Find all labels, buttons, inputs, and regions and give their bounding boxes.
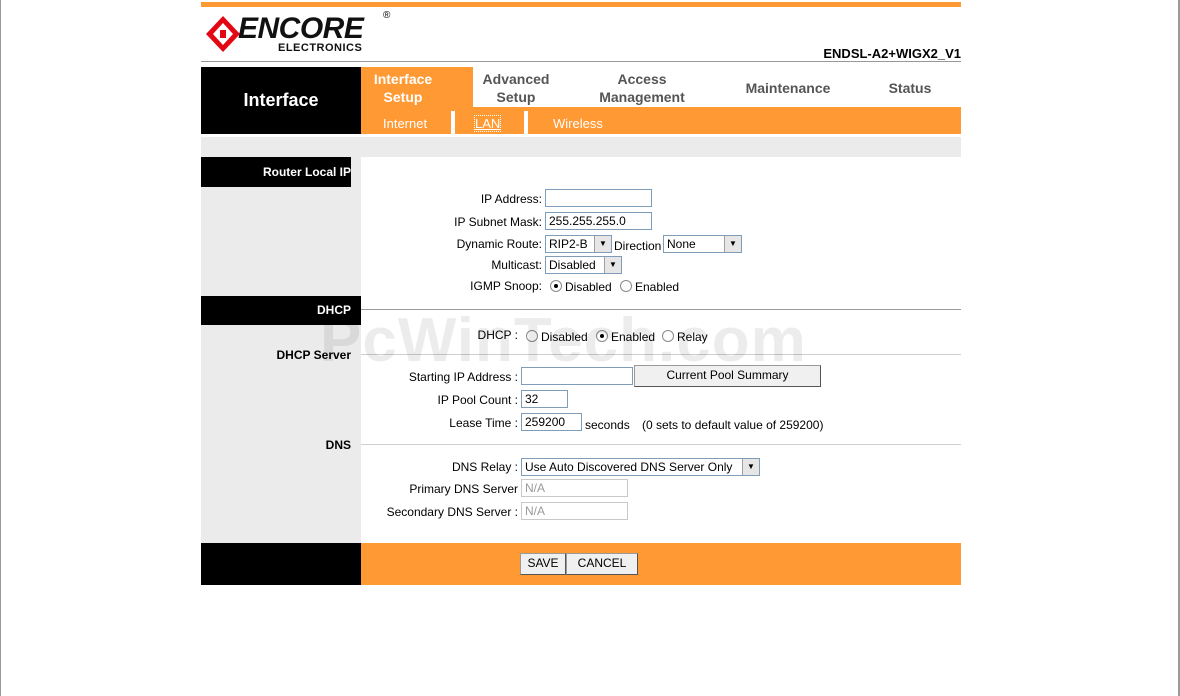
nav-label-line2: Management xyxy=(599,89,685,105)
igmp-disabled-label: Disabled xyxy=(565,280,612,294)
footer-left-block xyxy=(201,543,361,585)
spacer-bar xyxy=(201,137,961,157)
dynamic-route-value: RIP2-B xyxy=(549,237,588,251)
lease-time-input[interactable]: 259200 xyxy=(521,413,582,431)
igmp-enabled-radio[interactable] xyxy=(620,280,632,292)
subtab-separator xyxy=(524,111,528,134)
dns-relay-label: DNS Relay : xyxy=(451,460,518,474)
lease-note: (0 sets to default value of 259200) xyxy=(642,418,824,432)
nav-label-line2: Setup xyxy=(383,89,423,105)
subnet-mask-input[interactable]: 255.255.255.0 xyxy=(545,212,652,230)
direction-value: None xyxy=(667,237,696,251)
header-divider xyxy=(201,61,961,62)
multicast-label: Multicast: xyxy=(491,258,542,272)
dynamic-route-label: Dynamic Route: xyxy=(456,237,542,251)
primary-dns-input[interactable]: N/A xyxy=(521,479,628,497)
chevron-down-icon: ▼ xyxy=(742,459,759,475)
cancel-button[interactable]: CANCEL xyxy=(566,553,638,575)
subnet-mask-label: IP Subnet Mask: xyxy=(454,215,542,229)
router-local-ip-title: Router Local IP xyxy=(262,165,351,179)
watermark: PcWinTech.com xyxy=(320,306,807,375)
direction-label: Direction xyxy=(614,239,662,253)
encore-logo: ENCORE ® ELECTRONICS xyxy=(206,10,396,58)
subtab-lan[interactable]: LAN xyxy=(473,115,502,132)
lease-time-label: Lease Time : xyxy=(449,416,518,430)
subtab-separator xyxy=(451,111,455,134)
igmp-snoop-label: IGMP Snoop: xyxy=(470,279,542,293)
nav-label-line2: Setup xyxy=(496,89,536,105)
section-title: Interface xyxy=(243,90,319,110)
save-button[interactable]: SAVE xyxy=(520,553,566,575)
model-name: ENDSL-A2+WIGX2_V1 xyxy=(823,46,961,61)
top-accent-strip xyxy=(201,2,961,7)
ip-address-input[interactable] xyxy=(545,189,652,207)
nav-interface-setup[interactable]: Interface Setup xyxy=(361,70,445,106)
direction-select[interactable]: None ▼ xyxy=(663,235,742,253)
dynamic-route-select[interactable]: RIP2-B ▼ xyxy=(545,235,612,253)
ip-address-label: IP Address: xyxy=(480,192,542,206)
dns-title: DNS xyxy=(325,438,351,452)
igmp-enabled-label: Enabled xyxy=(635,280,680,294)
nav-label-line1: Advanced xyxy=(482,71,550,87)
logo-subtitle: ELECTRONICS xyxy=(278,42,363,54)
nav-label-line1: Interface xyxy=(373,71,433,87)
nav-access-management[interactable]: Access Management xyxy=(582,70,702,106)
multicast-value: Disabled xyxy=(549,258,596,272)
subtab-wireless[interactable]: Wireless xyxy=(553,116,603,131)
pool-count-label: IP Pool Count : xyxy=(437,393,519,407)
chevron-down-icon: ▼ xyxy=(724,236,741,252)
dns-divider xyxy=(361,444,961,445)
nav-label-line1: Access xyxy=(617,71,667,87)
nav-status[interactable]: Status xyxy=(870,79,950,97)
dns-relay-value: Use Auto Discovered DNS Server Only xyxy=(525,460,733,474)
nav-label-line1: Status xyxy=(888,80,932,96)
window-border-left xyxy=(0,0,1,696)
footer-bar xyxy=(361,543,961,585)
logo-registered-mark: ® xyxy=(383,10,391,21)
pool-count-input[interactable]: 32 xyxy=(521,390,568,408)
secondary-dns-input[interactable]: N/A xyxy=(521,502,628,520)
multicast-select[interactable]: Disabled ▼ xyxy=(545,256,622,274)
nav-label-line1: Maintenance xyxy=(745,80,831,96)
logo-diamond-icon xyxy=(206,16,240,52)
subtab-internet[interactable]: Internet xyxy=(383,116,427,131)
chevron-down-icon: ▼ xyxy=(604,257,621,273)
lease-unit: seconds xyxy=(585,418,630,432)
nav-maintenance[interactable]: Maintenance xyxy=(728,79,848,97)
logo-wordmark: ENCORE xyxy=(238,12,364,45)
chevron-down-icon: ▼ xyxy=(594,236,611,252)
nav-advanced-setup[interactable]: Advanced Setup xyxy=(474,70,558,106)
dns-relay-select[interactable]: Use Auto Discovered DNS Server Only ▼ xyxy=(521,458,760,476)
primary-dns-label: Primary DNS Server xyxy=(409,482,518,496)
igmp-disabled-radio[interactable] xyxy=(550,280,562,292)
secondary-dns-label: Secondary DNS Server : xyxy=(386,505,518,519)
